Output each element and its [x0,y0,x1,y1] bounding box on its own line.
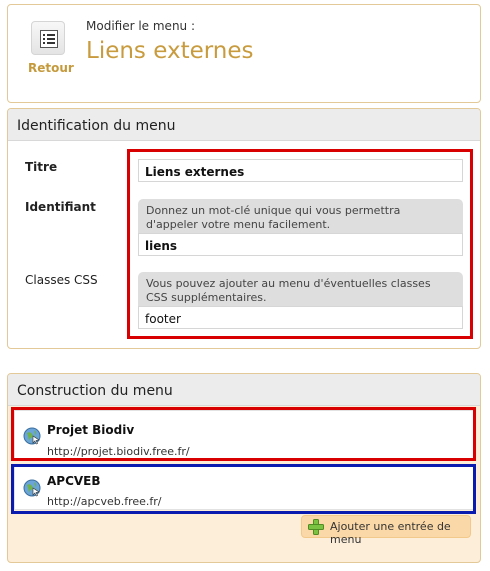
classes-css-label: Classes CSS [25,273,98,287]
list-menu-icon [31,21,65,55]
identification-panel: Identification du menu Titre Identifiant… [7,108,481,349]
back-label[interactable]: Retour [28,61,74,75]
titre-label: Titre [25,160,58,174]
page-header: Retour Modifier le menu : Liens externes [7,4,481,103]
back-button[interactable]: Retour [28,21,74,75]
highlight-box-form [127,149,473,339]
highlight-box-entry-2 [11,464,476,514]
add-entry-label[interactable]: Ajouter une entrée de menu [330,520,470,546]
construction-panel: Construction du menu Projet Biodiv http:… [7,373,481,563]
add-entry-button[interactable]: Ajouter une entrée de menu [301,515,471,546]
green-plus-icon [308,519,324,535]
construction-heading: Construction du menu [8,374,480,406]
identifiant-label: Identifiant [25,200,96,214]
page-title: Liens externes [86,38,254,64]
highlight-box-entry-1 [11,407,476,461]
page-subtitle: Modifier le menu : [86,19,196,33]
identification-heading: Identification du menu [8,109,480,141]
